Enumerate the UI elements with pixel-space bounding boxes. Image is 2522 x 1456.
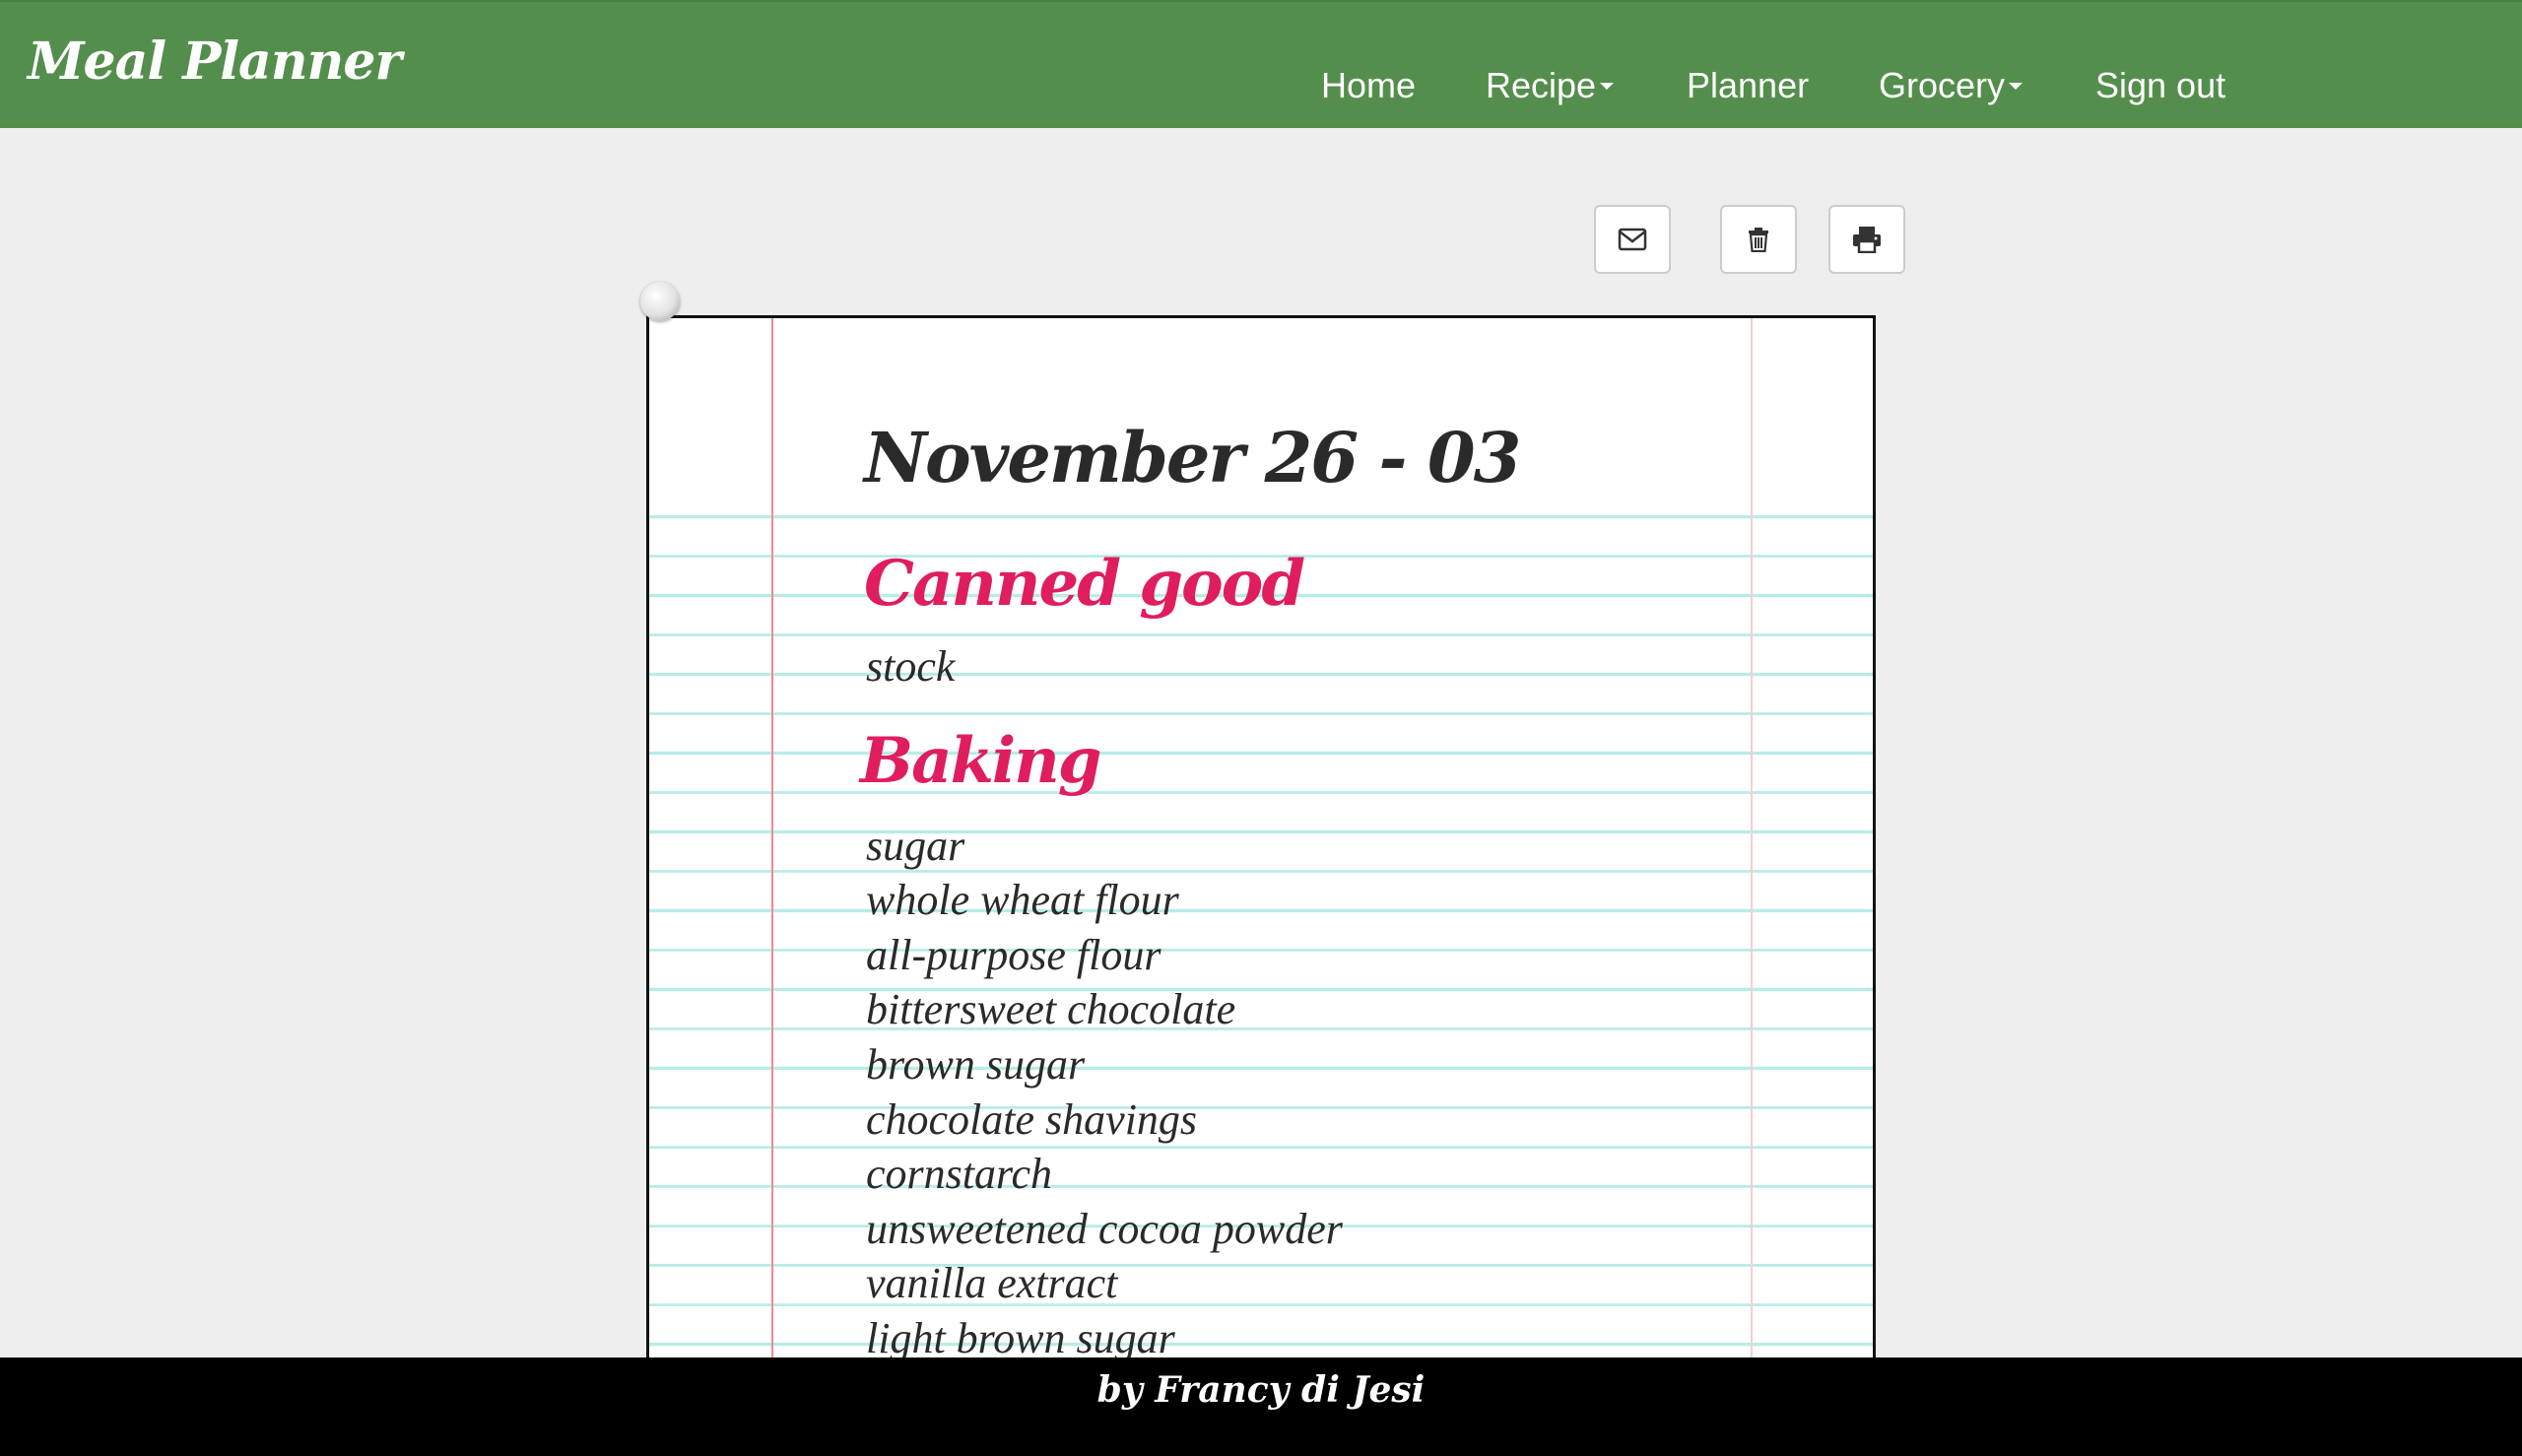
grocery-item: cornstarch — [866, 1150, 1053, 1198]
grocery-item: whole wheat flour — [866, 876, 1179, 924]
brand-logo[interactable]: Meal Planner — [28, 32, 402, 92]
nav-grocery-dropdown[interactable]: Grocery — [1879, 65, 2024, 106]
nav-sign-out-label: Sign out — [2095, 65, 2226, 105]
category-title: Canned good — [864, 547, 1305, 621]
nav-planner-label: Planner — [1687, 65, 1810, 105]
nav-recipe-dropdown[interactable]: Recipe — [1486, 65, 1615, 106]
grocery-item: light brown sugar — [866, 1314, 1175, 1359]
nav-planner[interactable]: Planner — [1687, 65, 1809, 106]
grocery-item: sugar — [866, 822, 965, 870]
grocery-list-paper: November 26 - 03 Canned good stock Bakin… — [646, 315, 1876, 1359]
grocery-item: unsweetened cocoa powder — [866, 1205, 1343, 1253]
nav-recipe-label: Recipe — [1486, 65, 1597, 105]
envelope-icon — [1618, 228, 1647, 251]
grocery-item: stock — [866, 642, 956, 691]
week-title: November 26 - 03 — [864, 417, 1521, 498]
caret-down-icon — [2009, 82, 2024, 90]
nav-sign-out[interactable]: Sign out — [2095, 65, 2225, 106]
nav-grocery-label: Grocery — [1879, 65, 2006, 105]
pushpin-icon — [640, 282, 680, 321]
grocery-item: vanilla extract — [866, 1259, 1118, 1307]
footer-credit: by Francy di Jesi — [1096, 1369, 1426, 1411]
trash-icon — [1749, 228, 1768, 252]
nav-home[interactable]: Home — [1321, 65, 1416, 106]
grocery-item: all-purpose flour — [866, 931, 1161, 979]
grocery-item: chocolate shavings — [866, 1095, 1198, 1144]
grocery-item: bittersweet chocolate — [866, 985, 1236, 1033]
print-button[interactable] — [1828, 205, 1905, 274]
paper-right-margin-line — [1751, 318, 1753, 1359]
printer-icon — [1853, 227, 1881, 253]
navbar: Meal Planner Home Recipe Planner Grocery… — [0, 0, 2522, 128]
nav-home-label: Home — [1321, 65, 1417, 105]
grocery-item: brown sugar — [866, 1040, 1086, 1089]
paper-margin-line — [771, 318, 773, 1359]
category-title: Baking — [860, 724, 1101, 798]
delete-button[interactable] — [1720, 205, 1797, 274]
footer: by Francy di Jesi — [0, 1357, 2522, 1456]
email-button[interactable] — [1594, 205, 1671, 274]
caret-down-icon — [1600, 82, 1615, 90]
